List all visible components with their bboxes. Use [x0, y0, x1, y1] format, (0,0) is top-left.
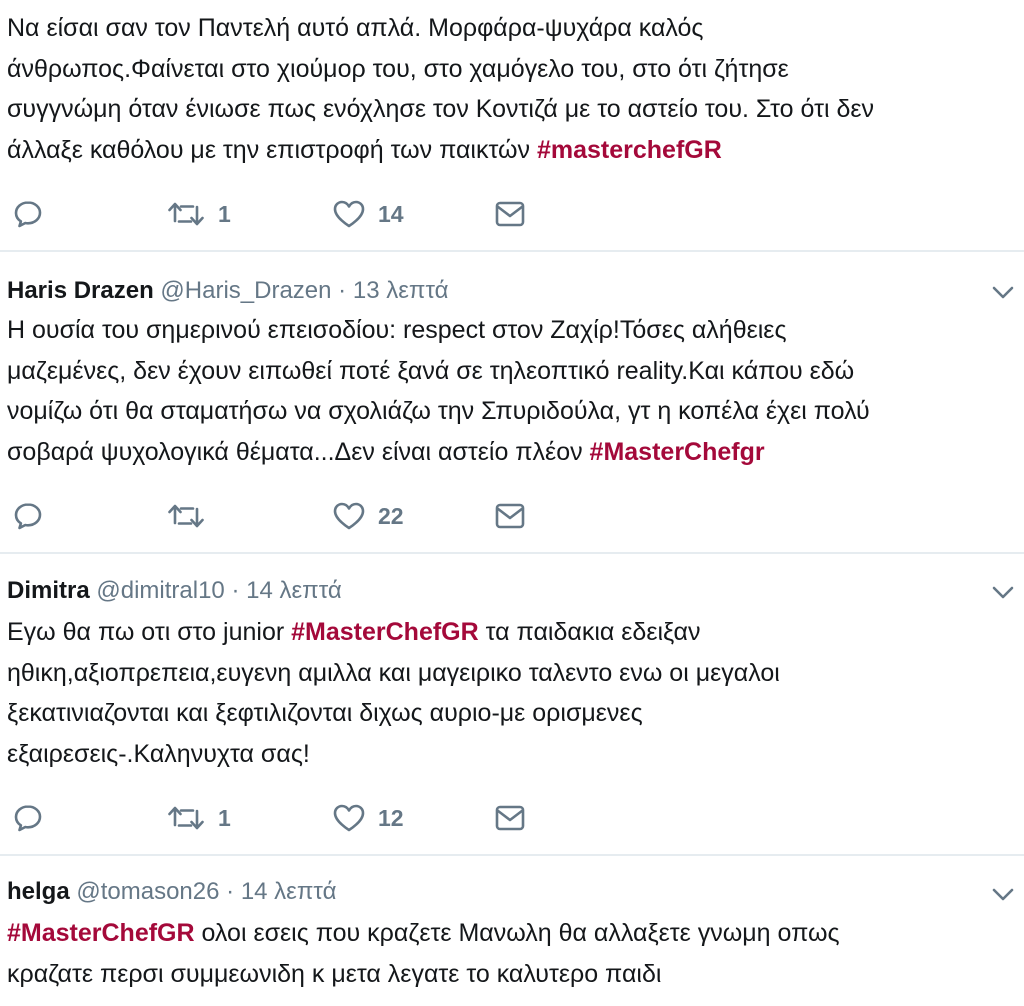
retweet-icon	[166, 198, 206, 230]
text-line: #MasterChefGR ολοι εσεις που κραζετε Μαν…	[7, 913, 1019, 954]
author-handle[interactable]: @tomason26	[76, 878, 219, 905]
like-button[interactable]: 22	[332, 496, 404, 536]
direct-message-button[interactable]	[493, 194, 527, 234]
separator-dot: ·	[338, 277, 347, 304]
chevron-down-icon[interactable]	[990, 580, 1016, 606]
text-line: άλλαξε καθόλου με την επιστροφή των παικ…	[7, 130, 1019, 171]
text-run: σοβαρά ψυχολογικά θέματα...Δεν είναι αστ…	[7, 437, 590, 466]
author-name[interactable]: helga	[7, 878, 70, 905]
tweet: Haris Drazen @Haris_Drazen · 13 λεπτά Η …	[0, 252, 1024, 552]
text-run: συγγνώμη όταν ένιωσε πως ενόχλησε τον Κο…	[7, 95, 875, 123]
text-run: εξαιρεσεις-.Καληνυχτα σας!	[7, 739, 310, 768]
tweet-text: Να είσαι σαν τον Παντελή αυτό απλά. Μορφ…	[7, 8, 1019, 170]
author-handle[interactable]: @dimitral10	[96, 577, 224, 604]
reply-icon	[12, 198, 44, 230]
author-handle[interactable]: @Haris_Drazen	[160, 277, 331, 304]
tweet-header: helga @tomason26 · 14 λεπτά	[7, 877, 336, 907]
retweet-button[interactable]: 1	[166, 194, 231, 234]
text-run: ηθικη,αξιοπρεπεια,ευγενη αμιλλα και μαγε…	[7, 658, 780, 687]
text-run: κραζατε περσι συμμεωνιδη κ μετα λεγατε τ…	[7, 959, 662, 988]
retweet-button[interactable]: 1	[166, 798, 231, 838]
text-line: νομίζω ότι θα σταματήσω να σχολιάζω την …	[7, 391, 1019, 432]
tweet-text: Εγω θα πω οτι στο junior #MasterChefGR τ…	[7, 612, 1019, 774]
tweet-actions: 22	[0, 496, 1024, 536]
text-run: Να είσαι σαν τον Παντελή αυτό απλά. Μορφ…	[7, 14, 704, 42]
hashtag-link[interactable]: #MasterChefGR	[291, 618, 479, 646]
text-line: εξαιρεσεις-.Καληνυχτα σας!	[7, 734, 1019, 775]
hashtag-link[interactable]: #MasterChefgr	[590, 438, 765, 466]
heart-icon	[332, 802, 366, 834]
text-run: νομίζω ότι θα σταματήσω να σχολιάζω την …	[7, 397, 870, 425]
text-run: μαζεμένες, δεν έχουν ειπωθεί ποτέ ξανά σ…	[7, 356, 855, 385]
retweet-count: 1	[218, 804, 231, 831]
direct-message-button[interactable]	[493, 798, 527, 838]
retweet-button[interactable]	[166, 496, 218, 536]
author-name[interactable]: Haris Drazen	[7, 277, 154, 304]
timestamp[interactable]: 14 λεπτά	[246, 577, 342, 604]
direct-message-button[interactable]	[493, 496, 527, 536]
text-line: κραζατε περσι συμμεωνιδη κ μετα λεγατε τ…	[7, 954, 1019, 995]
tweet: Να είσαι σαν τον Παντελή αυτό απλά. Μορφ…	[0, 0, 1024, 250]
tweet-header: Haris Drazen @Haris_Drazen · 13 λεπτά	[7, 276, 448, 306]
tweet: Dimitra @dimitral10 · 14 λεπτά Εγω θα πω…	[0, 554, 1024, 854]
heart-icon	[332, 198, 366, 230]
tweet: helga @tomason26 · 14 λεπτά #MasterChefG…	[0, 856, 1024, 1006]
text-run: Η ουσία του σημερινού επεισοδίου: respec…	[7, 316, 787, 344]
retweet-count: 1	[218, 200, 231, 227]
reply-button[interactable]	[12, 798, 44, 838]
text-line: Εγω θα πω οτι στο junior #MasterChefGR τ…	[7, 612, 1019, 653]
like-button[interactable]: 12	[332, 798, 404, 838]
chevron-down-icon[interactable]	[990, 882, 1016, 908]
tweet-actions: 1 14	[0, 194, 1024, 234]
heart-icon	[332, 500, 366, 532]
hashtag-link[interactable]: #masterchefGR	[537, 136, 722, 164]
timestamp[interactable]: 14 λεπτά	[241, 878, 337, 905]
text-line: ξεκατινιαζονται και ξεφτιλιζονται διχως …	[7, 693, 1019, 734]
tweet-header: Dimitra @dimitral10 · 14 λεπτά	[7, 576, 342, 606]
separator-dot: ·	[226, 878, 235, 905]
tweet-text: #MasterChefGR ολοι εσεις που κραζετε Μαν…	[7, 913, 1019, 994]
chevron-down-icon[interactable]	[990, 280, 1016, 306]
reply-button[interactable]	[12, 194, 44, 234]
envelope-icon	[493, 500, 527, 532]
text-line: Η ουσία του σημερινού επεισοδίου: respec…	[7, 310, 1019, 351]
text-line: μαζεμένες, δεν έχουν ειπωθεί ποτέ ξανά σ…	[7, 351, 1019, 392]
text-line: Να είσαι σαν τον Παντελή αυτό απλά. Μορφ…	[7, 8, 1019, 49]
timestamp[interactable]: 13 λεπτά	[353, 277, 449, 304]
text-run: άνθρωπος.Φαίνεται στο χιούμορ του, στο χ…	[7, 54, 789, 83]
text-run: Εγω θα πω οτι στο junior	[7, 618, 292, 646]
reply-icon	[12, 500, 44, 532]
like-button[interactable]: 14	[332, 194, 404, 234]
hashtag-link[interactable]: #MasterChefGR	[7, 919, 195, 947]
envelope-icon	[493, 198, 527, 230]
like-count: 14	[378, 200, 404, 227]
text-run: ξεκατινιαζονται και ξεφτιλιζονται διχως …	[7, 699, 643, 727]
text-run: άλλαξε καθόλου με την επιστροφή των παικ…	[7, 135, 537, 164]
like-count: 12	[378, 804, 404, 831]
text-line: συγγνώμη όταν ένιωσε πως ενόχλησε τον Κο…	[7, 89, 1019, 130]
cut-off-header	[7, 0, 407, 2]
text-run: ολοι εσεις που κραζετε Μανωλη θα αλλαξετ…	[194, 919, 840, 947]
reply-icon	[12, 802, 44, 834]
text-line: ηθικη,αξιοπρεπεια,ευγενη αμιλλα και μαγε…	[7, 653, 1019, 694]
reply-button[interactable]	[12, 496, 44, 536]
like-count: 22	[378, 502, 404, 529]
author-name[interactable]: Dimitra	[7, 577, 90, 604]
tweet-actions: 1 12	[0, 798, 1024, 838]
retweet-icon	[166, 500, 206, 532]
separator-dot: ·	[231, 577, 240, 604]
text-line: άνθρωπος.Φαίνεται στο χιούμορ του, στο χ…	[7, 49, 1019, 90]
text-run: τα παιδακια εδειξαν	[478, 618, 701, 646]
text-line: σοβαρά ψυχολογικά θέματα...Δεν είναι αστ…	[7, 432, 1019, 473]
tweet-text: Η ουσία του σημερινού επεισοδίου: respec…	[7, 310, 1019, 472]
envelope-icon	[493, 802, 527, 834]
retweet-icon	[166, 802, 206, 834]
